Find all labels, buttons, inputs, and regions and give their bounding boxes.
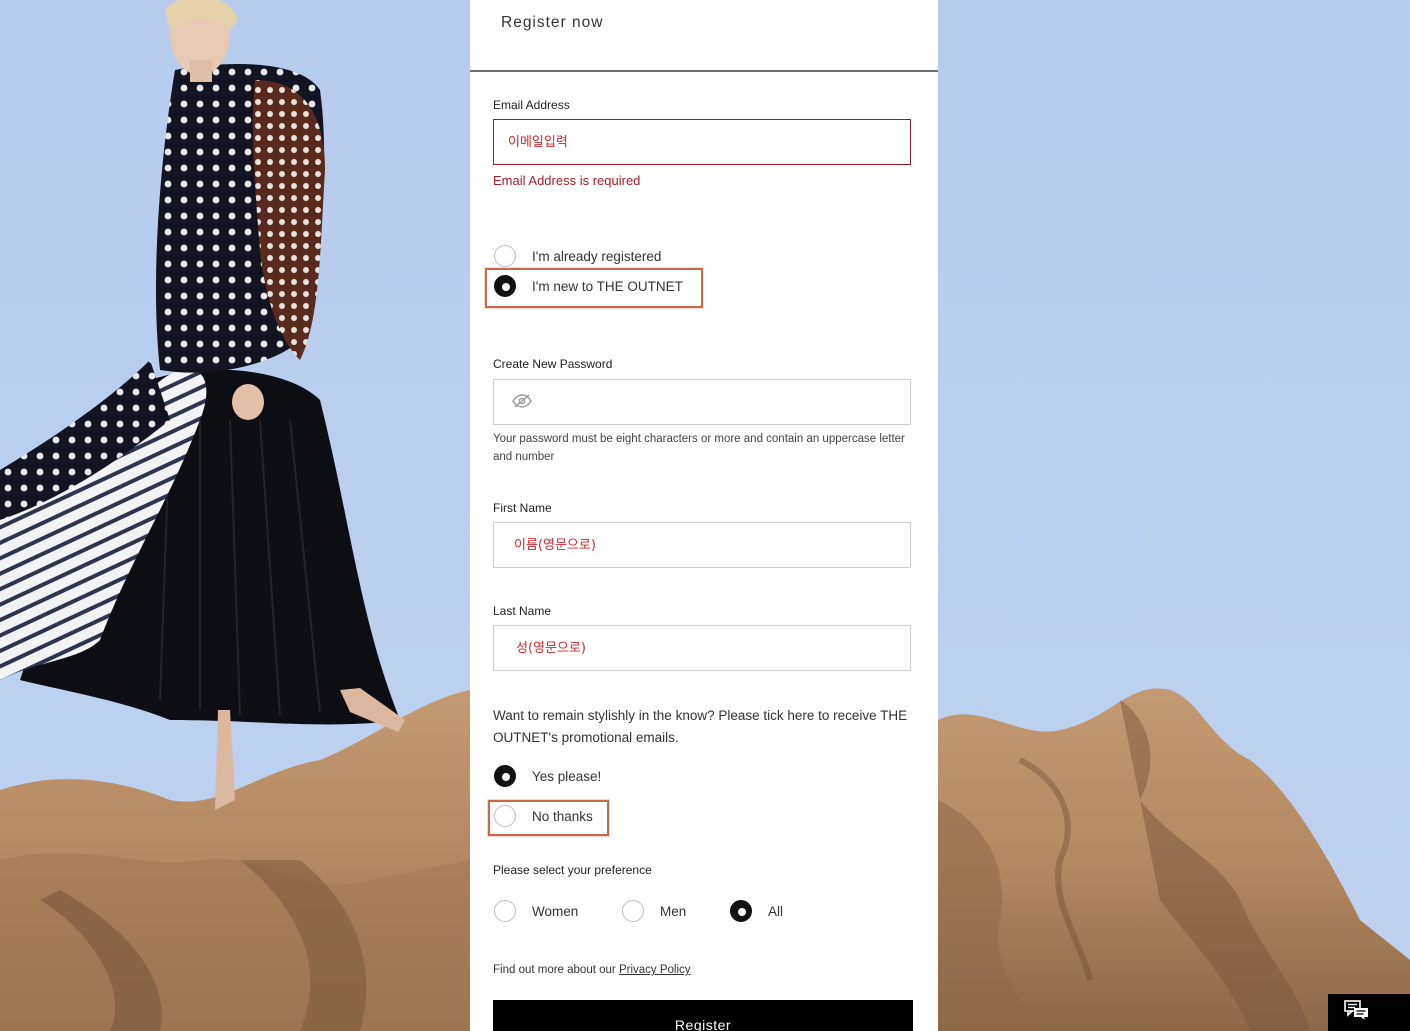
privacy-policy-link[interactable]: Privacy Policy	[619, 964, 691, 976]
radio-label-new-customer: I'm new to THE OUTNET	[532, 278, 683, 294]
radio-circle-unselected[interactable]	[622, 900, 644, 922]
radio-circle-selected[interactable]	[730, 900, 752, 922]
radio-new-customer[interactable]: I'm new to THE OUTNET	[494, 275, 683, 297]
register-button[interactable]: Register	[493, 1000, 913, 1031]
radio-circle-unselected[interactable]	[494, 245, 516, 267]
preference-label: Please select your preference	[493, 863, 652, 877]
last-name-input[interactable]	[493, 625, 911, 671]
radio-women[interactable]: Women	[494, 900, 578, 922]
radio-label-all: All	[768, 903, 784, 919]
registration-panel: Register now Email Address Email Address…	[470, 0, 938, 1031]
privacy-prefix: Find out more about our	[493, 964, 619, 976]
email-input[interactable]	[493, 119, 911, 165]
radio-label-no-thanks: No thanks	[532, 808, 593, 824]
radio-circle-unselected[interactable]	[494, 900, 516, 922]
chat-bubbles-icon	[1344, 1000, 1370, 1025]
promo-text: Want to remain stylishly in the know? Pl…	[493, 708, 908, 745]
password-input[interactable]	[493, 379, 911, 425]
email-error-message: Email Address is required	[493, 173, 641, 188]
radio-all[interactable]: All	[730, 900, 783, 922]
last-name-label: Last Name	[493, 604, 552, 618]
first-name-input[interactable]	[493, 522, 911, 568]
eye-hidden-icon[interactable]	[512, 393, 532, 409]
radio-no-thanks[interactable]: No thanks	[494, 805, 593, 827]
radio-already-registered[interactable]: I'm already registered	[494, 245, 661, 267]
password-help-text: Your password must be eight characters o…	[493, 433, 905, 463]
radio-yes-please[interactable]: Yes please!	[494, 765, 601, 787]
panel-header: Register now	[470, 0, 938, 72]
radio-circle-selected[interactable]	[494, 765, 516, 787]
radio-label-men: Men	[660, 903, 687, 919]
page-title: Register now	[501, 14, 604, 31]
password-label: Create New Password	[493, 357, 613, 371]
email-label: Email Address	[493, 98, 570, 112]
radio-men[interactable]: Men	[622, 900, 686, 922]
first-name-label: First Name	[493, 501, 552, 515]
radio-circle-unselected[interactable]	[494, 805, 516, 827]
radio-label-yes-please: Yes please!	[532, 768, 602, 784]
radio-circle-selected[interactable]	[494, 275, 516, 297]
radio-label-women: Women	[532, 903, 579, 919]
privacy-text: Find out more about our Privacy Policy	[493, 964, 691, 976]
chat-button[interactable]	[1328, 994, 1410, 1031]
radio-label-already-registered: I'm already registered	[532, 248, 662, 264]
